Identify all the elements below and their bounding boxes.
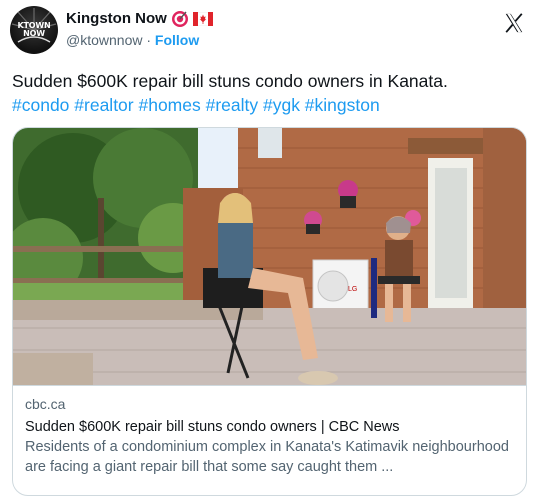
canada-flag-icon	[192, 12, 213, 26]
tweet-text: Sudden $600K repair bill stuns condo own…	[12, 69, 527, 117]
target-badge-icon	[171, 11, 188, 27]
avatar-logo-text: KTOWN NOW	[17, 21, 51, 38]
handle-row: @ktownnow · Follow	[66, 31, 213, 49]
tweet-body: Sudden $600K repair bill stuns condo own…	[12, 71, 448, 91]
link-card[interactable]: LG cbc.ca Sudden $600K repair bill stuns…	[12, 127, 527, 496]
user-info: Kingston Now @ktownnow · Follow	[66, 10, 213, 49]
handle[interactable]: @ktownnow	[66, 32, 142, 48]
x-logo-icon[interactable]	[503, 12, 525, 34]
hashtags[interactable]: #condo #realtor #homes #realty #ygk #kin…	[12, 93, 527, 117]
card-title[interactable]: Sudden $600K repair bill stuns condo own…	[25, 417, 516, 437]
article-photo[interactable]: LG	[13, 128, 527, 385]
display-name-row[interactable]: Kingston Now	[66, 10, 213, 28]
card-domain: cbc.ca	[25, 396, 66, 412]
avatar[interactable]: KTOWN NOW	[10, 6, 58, 54]
ac-unit-label: LG	[348, 286, 357, 293]
follow-button[interactable]: Follow	[155, 32, 199, 48]
card-description: Residents of a condominium complex in Ka…	[25, 439, 509, 475]
display-name[interactable]: Kingston Now	[66, 10, 167, 28]
tweet-header: KTOWN NOW Kingston Now @ktownnow · Follo…	[10, 6, 529, 56]
separator: ·	[146, 32, 152, 48]
card-info[interactable]: cbc.ca Sudden $600K repair bill stuns co…	[13, 385, 526, 495]
